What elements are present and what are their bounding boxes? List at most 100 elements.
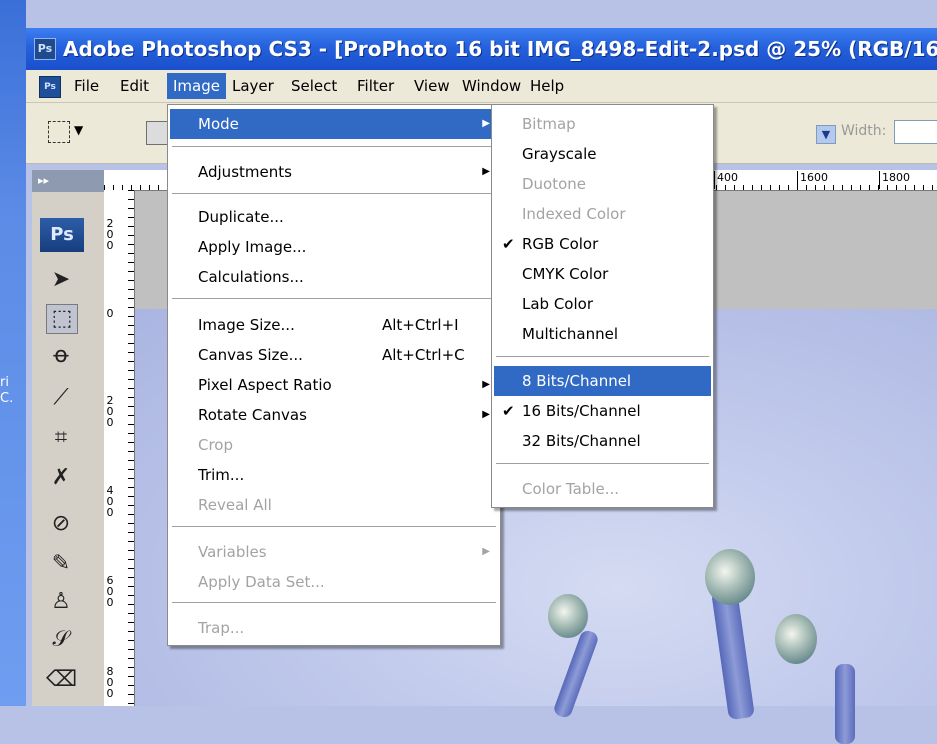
desktop-background: ri C. [0,0,26,706]
menu-item-label: RGB Color [522,235,599,253]
width-label: Width: [841,123,887,139]
mode-item-multichannel[interactable]: Multichannel [494,319,711,349]
menu-separator [172,298,496,299]
width-input[interactable] [894,120,937,144]
menu-item-label: Indexed Color [522,205,626,223]
menu-bar: Ps File Edit Image Layer Select Filter V… [26,70,937,103]
menu-item-duplicate[interactable]: Duplicate... [170,202,498,232]
menu-item-variables: Variables ▶ [170,537,498,567]
marquee-preset-icon[interactable] [48,121,70,143]
menu-item-pixel-aspect-ratio[interactable]: Pixel Aspect Ratio ▶ [170,370,498,400]
mode-item-rgb-color[interactable]: ✔ RGB Color [494,229,711,259]
window-title: Adobe Photoshop CS3 - [ProPhoto 16 bit I… [63,37,937,61]
menu-edit[interactable]: Edit [114,73,155,99]
menu-item-label: 32 Bits/Channel [522,432,641,450]
move-tool-icon[interactable]: ➤ [46,266,76,294]
mode-item-32-bits[interactable]: 32 Bits/Channel [494,426,711,456]
slice-tool-icon[interactable]: ✗ [46,464,76,492]
submenu-arrow-icon: ▶ [482,379,490,390]
menu-item-label: Trap... [198,619,245,637]
brush-tool-icon[interactable]: ✎ [46,550,76,578]
history-brush-tool-icon[interactable]: 𝒮 [46,626,76,654]
menu-separator [172,526,496,527]
menu-item-mode[interactable]: Mode ▶ [170,109,498,139]
mode-submenu: Bitmap Grayscale Duotone Indexed Color ✔… [491,104,714,508]
photoshop-app-icon[interactable]: Ps [34,38,56,60]
menu-item-label: Grayscale [522,145,597,163]
menu-separator [172,193,496,194]
menu-item-label: Color Table... [522,480,620,498]
menu-separator [496,356,709,357]
menu-item-apply-image[interactable]: Apply Image... [170,232,498,262]
menu-item-label: CMYK Color [522,265,609,283]
ruler-tick: 1600 [797,171,828,189]
flower-stamen-head [705,549,755,605]
shortcut-label: Alt+Ctrl+I [382,316,459,334]
mode-item-grayscale[interactable]: Grayscale [494,139,711,169]
chevron-down-icon[interactable]: ▼ [74,123,83,137]
document-icon[interactable]: Ps [39,76,61,98]
menu-item-label: Image Size... [198,316,295,334]
mode-item-indexed-color: Indexed Color [494,199,711,229]
ruler-tick: 2 0 0 [106,217,114,252]
menu-item-label: Mode [198,115,239,133]
menu-item-crop: Crop [170,430,498,460]
ruler-tick: 2 0 0 [106,394,114,429]
menu-layer[interactable]: Layer [226,73,280,99]
menu-item-label: Variables [198,543,267,561]
crop-tool-icon[interactable]: ⌗ [46,424,76,452]
menu-item-label: Crop [198,436,234,454]
menu-item-calculations[interactable]: Calculations... [170,262,498,292]
magic-wand-tool-icon[interactable]: ⟋ [46,384,76,412]
menu-separator [172,602,496,603]
menu-image[interactable]: Image [167,73,226,99]
menu-separator [172,146,496,147]
menu-item-trim[interactable]: Trim... [170,460,498,490]
menu-item-label: Adjustments [198,163,292,181]
ruler-tick: 6 0 0 [106,574,114,609]
flower-stamen [711,587,755,721]
mode-item-8-bits[interactable]: 8 Bits/Channel [494,366,711,396]
flower-stamen-head [775,614,817,664]
menu-item-image-size[interactable]: Image Size... Alt+Ctrl+I [170,310,498,340]
menu-item-label: Rotate Canvas [198,406,307,424]
menu-item-label: 16 Bits/Channel [522,402,641,420]
menu-filter[interactable]: Filter [351,73,400,99]
menu-item-label: Pixel Aspect Ratio [198,376,332,394]
checkmark-icon: ✔ [502,235,515,253]
menu-item-label: Canvas Size... [198,346,303,364]
title-bar[interactable]: Ps Adobe Photoshop CS3 - [ProPhoto 16 bi… [26,28,937,70]
flower-stamen [835,664,855,744]
menu-help[interactable]: Help [524,73,570,99]
menu-item-adjustments[interactable]: Adjustments ▶ [170,157,498,187]
menu-separator [496,463,709,464]
mode-item-16-bits[interactable]: ✔ 16 Bits/Channel [494,396,711,426]
clone-stamp-tool-icon[interactable]: ♙ [46,588,76,616]
menu-item-label: Duotone [522,175,587,193]
mode-item-lab-color[interactable]: Lab Color [494,289,711,319]
menu-file[interactable]: File [68,73,105,99]
submenu-arrow-icon: ▶ [482,546,490,557]
menu-item-label: Calculations... [198,268,304,286]
menu-item-label: Lab Color [522,295,594,313]
checkmark-icon: ✔ [502,402,515,420]
menu-item-reveal-all: Reveal All [170,490,498,520]
marquee-tool-icon[interactable]: ⬚ [46,304,78,334]
menu-view[interactable]: View [408,73,456,99]
eraser-tool-icon[interactable]: ⌫ [46,666,77,694]
menu-select[interactable]: Select [285,73,343,99]
ruler-tick: 0 [106,307,114,320]
menu-window[interactable]: Window [456,73,527,99]
menu-item-canvas-size[interactable]: Canvas Size... Alt+Ctrl+C [170,340,498,370]
healing-brush-tool-icon[interactable]: ⊘ [46,510,76,538]
style-dropdown-arrow-icon[interactable]: ▼ [816,125,836,144]
menu-item-label: Reveal All [198,496,272,514]
photoshop-logo[interactable]: Ps [40,218,84,252]
mode-item-cmyk-color[interactable]: CMYK Color [494,259,711,289]
menu-item-label: Apply Image... [198,238,307,256]
palette-collapse-icon[interactable]: ▸▸ [32,170,104,192]
ruler-tick: 4 0 0 [106,484,114,519]
lasso-tool-icon[interactable]: ꝋ [46,342,76,370]
menu-item-rotate-canvas[interactable]: Rotate Canvas ▶ [170,400,498,430]
submenu-arrow-icon: ▶ [482,118,490,129]
